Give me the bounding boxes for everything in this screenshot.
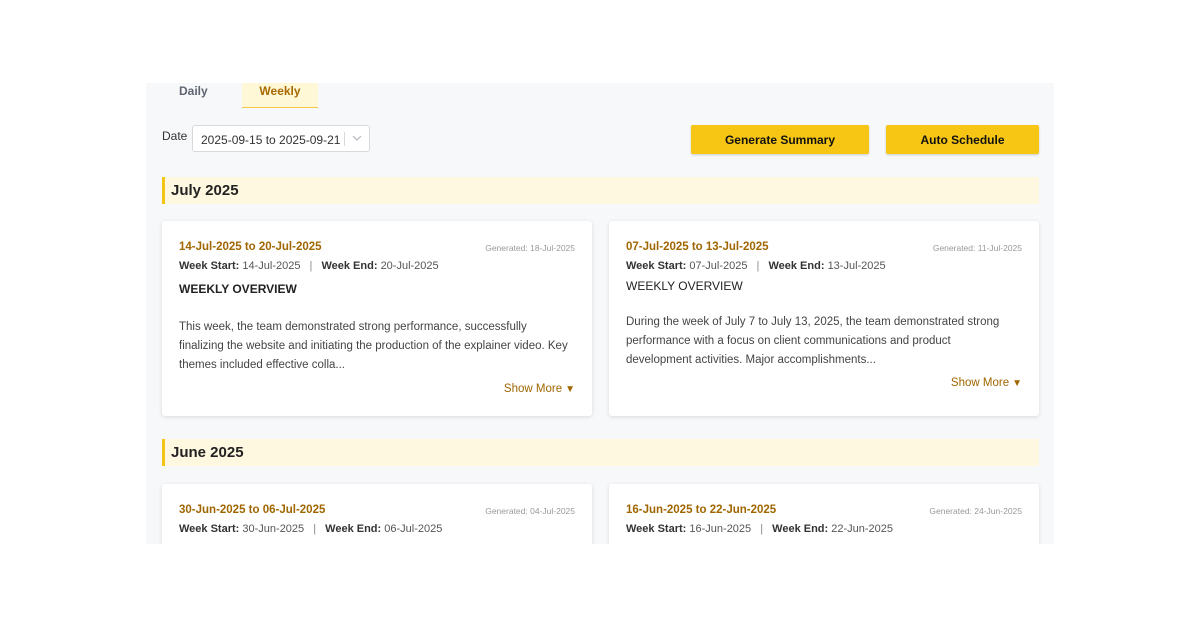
meta-separator: | (760, 523, 764, 535)
week-range: 07-Jul-2025 to 13-Jul-2025 (626, 241, 769, 253)
week-dates: Week Start: 16-Jun-2025 | Week End: 22-J… (626, 523, 893, 535)
show-more-label: Show More (950, 377, 1010, 389)
show-more-link[interactable]: Show More ▼ (951, 377, 1022, 389)
week-start-label: Week Start: (179, 260, 240, 272)
week-dates: Week Start: 14-Jul-2025 | Week End: 20-J… (179, 260, 439, 272)
week-range: 16-Jun-2025 to 22-Jun-2025 (626, 504, 777, 516)
summary-card: 16-Jun-2025 to 22-Jun-2025 Generated: 24… (609, 484, 1039, 544)
week-end-value: 20-Jul-2025 (380, 260, 439, 272)
date-label: Date (162, 129, 188, 143)
overview-heading: WEEKLY OVERVIEW (179, 282, 297, 296)
tab-weekly[interactable]: Weekly (242, 83, 318, 108)
meta-separator: | (756, 260, 760, 272)
month-title: June 2025 (171, 444, 244, 461)
summary-card: 07-Jul-2025 to 13-Jul-2025 Generated: 11… (609, 221, 1039, 416)
week-start-label: Week Start: (179, 523, 240, 535)
week-start-label: Week Start: (626, 260, 687, 272)
month-header-july: July 2025 (162, 177, 1039, 204)
week-end-label: Week End: (772, 523, 829, 535)
week-dates: Week Start: 30-Jun-2025 | Week End: 06-J… (179, 523, 442, 535)
meta-separator: | (309, 260, 313, 272)
select-divider (344, 132, 345, 146)
generate-summary-button[interactable]: Generate Summary (691, 125, 869, 154)
show-more-link[interactable]: Show More ▼ (504, 383, 575, 395)
date-range-select[interactable]: 2025-09-15 to 2025-09-21 (192, 125, 370, 152)
auto-schedule-button[interactable]: Auto Schedule (886, 125, 1039, 154)
month-header-june: June 2025 (162, 439, 1039, 466)
caret-down-icon: ▼ (565, 384, 575, 395)
week-end-label: Week End: (768, 260, 825, 272)
weekly-summaries-panel: Daily Weekly Date 2025-09-15 to 2025-09-… (146, 83, 1054, 544)
week-end-label: Week End: (325, 523, 382, 535)
week-end-value: 13-Jul-2025 (827, 260, 886, 272)
month-title: July 2025 (171, 182, 239, 199)
week-end-label: Week End: (321, 260, 378, 272)
week-start-value: 07-Jul-2025 (689, 260, 748, 272)
chevron-down-icon (352, 135, 362, 141)
summary-card: 30-Jun-2025 to 06-Jul-2025 Generated: 04… (162, 484, 592, 544)
date-range-value: 2025-09-15 to 2025-09-21 (201, 133, 341, 147)
week-start-value: 14-Jul-2025 (242, 260, 301, 272)
generated-date: Generated: 18-Jul-2025 (485, 243, 575, 253)
summary-card: 14-Jul-2025 to 20-Jul-2025 Generated: 18… (162, 221, 592, 416)
generated-date: Generated: 04-Jul-2025 (485, 506, 575, 516)
week-start-label: Week Start: (626, 523, 687, 535)
tab-daily[interactable]: Daily (179, 83, 208, 107)
week-start-value: 30-Jun-2025 (242, 523, 305, 535)
generated-date: Generated: 24-Jun-2025 (929, 506, 1022, 516)
summary-text: This week, the team demonstrated strong … (179, 321, 568, 371)
summary-text: During the week of July 7 to July 13, 20… (626, 316, 1000, 366)
week-end-value: 06-Jul-2025 (384, 523, 443, 535)
week-range: 30-Jun-2025 to 06-Jul-2025 (179, 504, 326, 516)
show-more-label: Show More (503, 383, 563, 395)
week-end-value: 22-Jun-2025 (831, 523, 894, 535)
generated-date: Generated: 11-Jul-2025 (932, 243, 1022, 253)
week-dates: Week Start: 07-Jul-2025 | Week End: 13-J… (626, 260, 886, 272)
caret-down-icon: ▼ (1012, 378, 1022, 389)
overview-heading: WEEKLY OVERVIEW (626, 279, 743, 293)
week-start-value: 16-Jun-2025 (689, 523, 752, 535)
meta-separator: | (313, 523, 317, 535)
week-range: 14-Jul-2025 to 20-Jul-2025 (179, 241, 322, 253)
